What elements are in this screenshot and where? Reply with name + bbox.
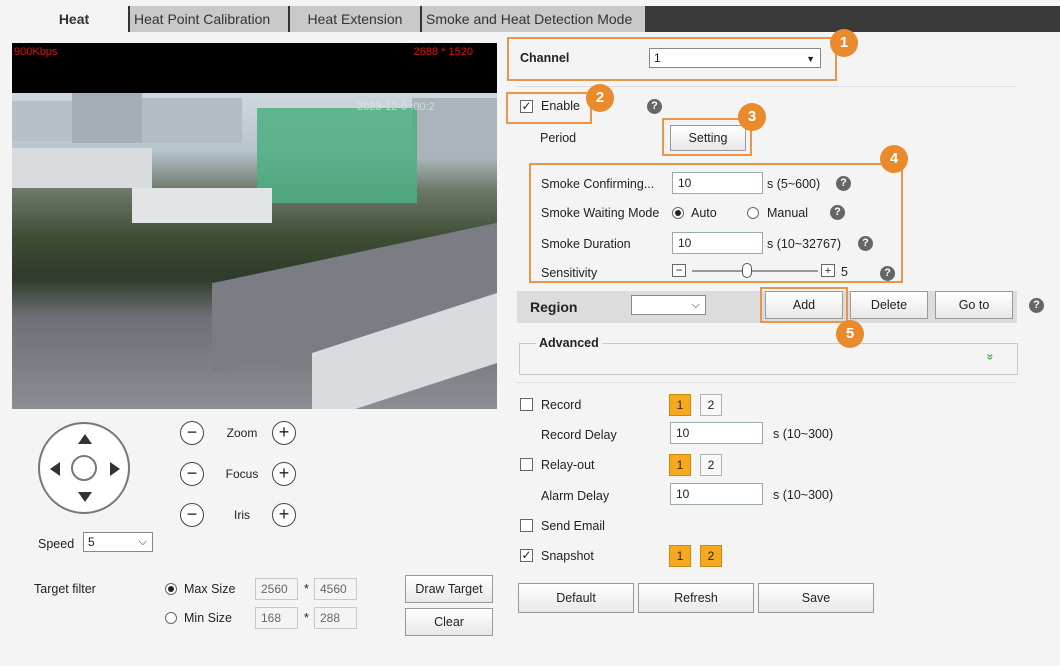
- record-channel-1[interactable]: 1: [669, 394, 691, 416]
- iris-label: Iris: [234, 508, 250, 522]
- annotation-box-4: [529, 163, 903, 283]
- tab-heat-extension[interactable]: Heat Extension: [288, 6, 420, 32]
- max-size-label: Max Size: [184, 582, 236, 596]
- record-checkbox[interactable]: [520, 398, 533, 411]
- alarm-delay-input[interactable]: 10: [670, 483, 763, 505]
- resolution-overlay: 2688 * 1520: [413, 46, 473, 58]
- zoom-out-button[interactable]: −: [180, 421, 204, 445]
- send-email-label: Send Email: [541, 519, 605, 533]
- focus-out-button[interactable]: −: [180, 462, 204, 486]
- advanced-label: Advanced: [536, 336, 602, 350]
- tab-smoke-heat-detection-mode[interactable]: Smoke and Heat Detection Mode: [420, 6, 647, 32]
- tab-bar-filler: [645, 6, 1060, 32]
- relay-channel-1[interactable]: 1: [669, 454, 691, 476]
- timestamp-overlay: 2023-12-0 :00:2: [357, 101, 435, 113]
- speed-label: Speed: [38, 537, 75, 551]
- expand-icon[interactable]: »: [983, 354, 997, 361]
- divider: [516, 382, 1016, 383]
- record-delay-range: s (10~300): [773, 427, 834, 441]
- zoom-label: Zoom: [226, 426, 258, 440]
- arrow-up-icon[interactable]: [78, 434, 92, 444]
- times-sign: *: [304, 611, 309, 625]
- annotation-badge-2: 2: [586, 84, 614, 112]
- help-icon[interactable]: ?: [647, 99, 662, 114]
- tab-heat-point-calibration[interactable]: Heat Point Calibration: [128, 6, 288, 32]
- min-size-height-input[interactable]: 288: [314, 607, 357, 629]
- snapshot-channel-2[interactable]: 2: [700, 545, 722, 567]
- arrow-left-icon[interactable]: [50, 462, 60, 476]
- relay-channel-2[interactable]: 2: [700, 454, 722, 476]
- save-button[interactable]: Save: [758, 583, 874, 613]
- alarm-delay-range: s (10~300): [773, 488, 834, 502]
- min-size-width-input[interactable]: 168: [255, 607, 298, 629]
- min-size-radio[interactable]: [165, 612, 177, 624]
- chevron-down-icon: ⌵: [691, 299, 700, 311]
- region-select[interactable]: ⌵: [631, 295, 706, 315]
- help-icon[interactable]: ?: [1029, 298, 1044, 313]
- annotation-badge-5: 5: [836, 320, 864, 348]
- annotation-badge-4: 4: [880, 145, 908, 173]
- period-label: Period: [540, 131, 577, 145]
- snapshot-channel-1[interactable]: 1: [669, 545, 691, 567]
- max-size-height-input[interactable]: 4560: [314, 578, 357, 600]
- send-email-checkbox[interactable]: [520, 519, 533, 532]
- default-button[interactable]: Default: [518, 583, 634, 613]
- annotation-badge-3: 3: [738, 103, 766, 131]
- iris-open-button[interactable]: +: [272, 503, 296, 527]
- region-delete-button[interactable]: Delete: [850, 291, 928, 319]
- video-scene: [12, 93, 497, 409]
- bitrate-overlay: 900Kbps: [14, 46, 58, 58]
- record-channel-2[interactable]: 2: [700, 394, 722, 416]
- chevron-down-icon: ⌵: [138, 536, 147, 548]
- ptz-center-button[interactable]: [71, 455, 97, 481]
- ptz-direction-pad[interactable]: [38, 422, 130, 514]
- record-label: Record: [541, 398, 582, 412]
- min-size-label: Min Size: [184, 611, 232, 625]
- focus-in-button[interactable]: +: [272, 462, 296, 486]
- refresh-button[interactable]: Refresh: [638, 583, 754, 613]
- video-preview[interactable]: 900Kbps 2688 * 1520 2023-12-0 :00:2 Z 2: [12, 43, 497, 409]
- arrow-down-icon[interactable]: [78, 492, 92, 502]
- zoom-in-button[interactable]: +: [272, 421, 296, 445]
- record-delay-input[interactable]: 10: [670, 422, 763, 444]
- max-size-width-input[interactable]: 2560: [255, 578, 298, 600]
- annotation-badge-1: 1: [830, 29, 858, 57]
- draw-target-button[interactable]: Draw Target: [405, 575, 493, 603]
- snapshot-checkbox[interactable]: ✓: [520, 549, 533, 562]
- alarm-delay-label: Alarm Delay: [541, 489, 610, 503]
- clear-button[interactable]: Clear: [405, 608, 493, 636]
- focus-label: Focus: [225, 467, 259, 481]
- region-label: Region: [530, 299, 578, 315]
- speed-select[interactable]: 5 ⌵: [83, 532, 153, 552]
- region-goto-button[interactable]: Go to: [935, 291, 1013, 319]
- target-filter-label: Target filter: [34, 582, 96, 596]
- annotation-box-3: [662, 118, 752, 156]
- relay-out-label: Relay-out: [541, 458, 595, 472]
- tab-bar: Heat Heat Point Calibration Heat Extensi…: [0, 0, 1060, 36]
- record-delay-label: Record Delay: [541, 428, 617, 442]
- relay-out-checkbox[interactable]: [520, 458, 533, 471]
- snapshot-label: Snapshot: [541, 549, 594, 563]
- annotation-box-2: [506, 92, 592, 124]
- max-size-radio[interactable]: [165, 583, 177, 595]
- speed-value: 5: [88, 535, 95, 549]
- green-building: [257, 108, 417, 203]
- zone-overlay: Z 2: [471, 349, 487, 361]
- times-sign: *: [304, 582, 309, 596]
- tab-heat[interactable]: Heat: [10, 6, 138, 32]
- annotation-box-5: [760, 287, 848, 323]
- iris-close-button[interactable]: −: [180, 503, 204, 527]
- arrow-right-icon[interactable]: [110, 462, 120, 476]
- annotation-box-1: [507, 37, 837, 81]
